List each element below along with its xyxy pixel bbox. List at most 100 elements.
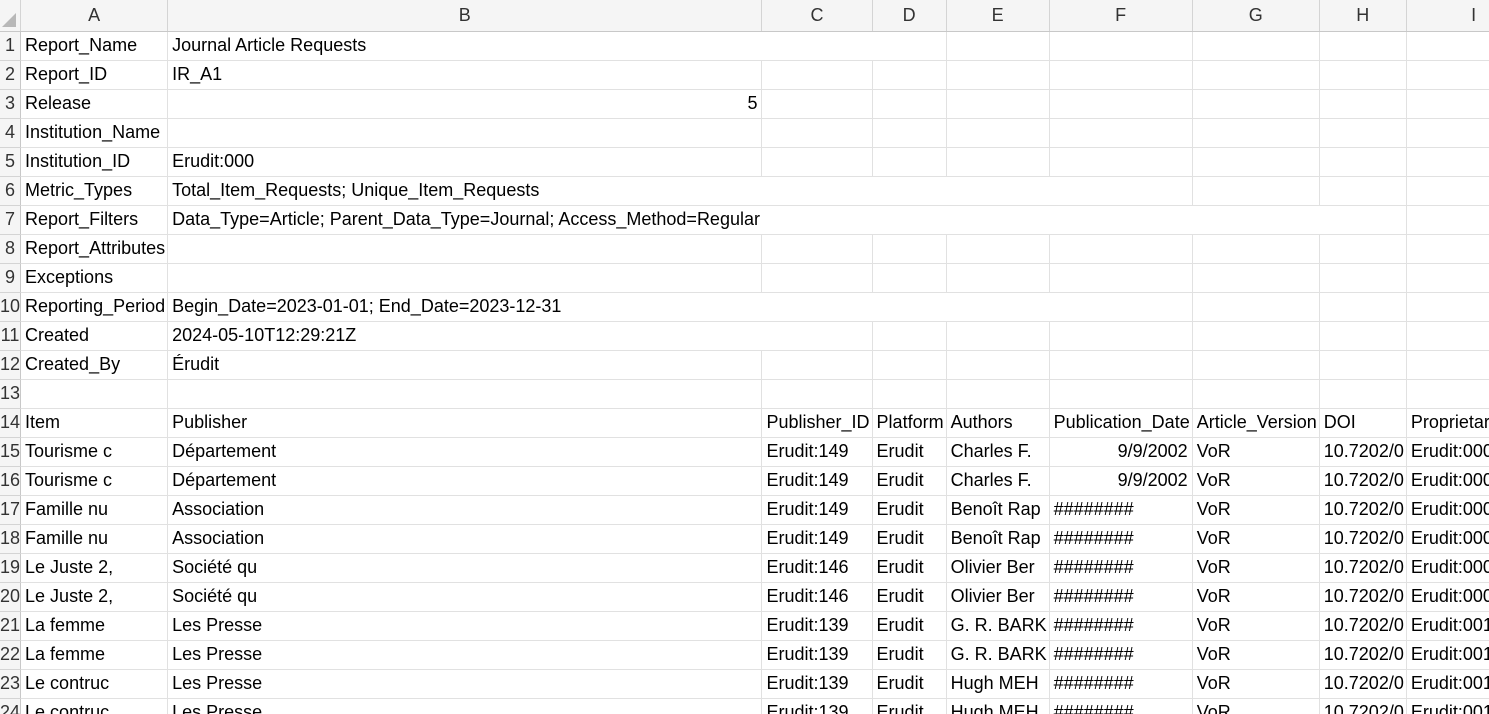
cell-e14[interactable]: Authors — [946, 408, 1050, 438]
cell-c6[interactable] — [761, 176, 873, 206]
cell-d6[interactable] — [872, 176, 947, 206]
cell-f24[interactable]: ######## — [1049, 698, 1193, 714]
cell-a21[interactable]: La femme — [20, 611, 169, 641]
cell-a6[interactable]: Metric_Types — [20, 176, 169, 206]
cell-b4[interactable] — [167, 118, 763, 148]
row-header-11[interactable]: 11 — [0, 321, 22, 351]
cell-g21[interactable]: VoR — [1192, 611, 1320, 641]
row-header-7[interactable]: 7 — [0, 205, 22, 235]
cell-c11[interactable] — [761, 321, 873, 351]
cell-g24[interactable]: VoR — [1192, 698, 1320, 714]
cell-e10[interactable] — [946, 292, 1050, 322]
cell-b13[interactable] — [167, 379, 763, 409]
cell-e18[interactable]: Benoît Rap — [946, 524, 1050, 554]
row-header-19[interactable]: 19 — [0, 553, 22, 583]
cell-d14[interactable]: Platform — [872, 408, 947, 438]
column-header-a[interactable]: A — [20, 0, 169, 32]
cell-g2[interactable] — [1192, 60, 1320, 90]
cell-c15[interactable]: Erudit:149 — [761, 437, 873, 467]
cell-a14[interactable]: Item — [20, 408, 169, 438]
cell-c22[interactable]: Erudit:139 — [761, 640, 873, 670]
cell-c17[interactable]: Erudit:149 — [761, 495, 873, 525]
cell-h4[interactable] — [1319, 118, 1407, 148]
cell-e3[interactable] — [946, 89, 1050, 119]
cell-i22[interactable]: Erudit:001 — [1406, 640, 1489, 670]
cell-b23[interactable]: Les Presse — [167, 669, 763, 699]
cell-a2[interactable]: Report_ID — [20, 60, 169, 90]
cell-d8[interactable] — [872, 234, 947, 264]
cell-c10[interactable] — [761, 292, 873, 322]
cell-h9[interactable] — [1319, 263, 1407, 293]
cell-c8[interactable] — [761, 234, 873, 264]
cell-c19[interactable]: Erudit:146 — [761, 553, 873, 583]
row-header-16[interactable]: 16 — [0, 466, 22, 496]
cell-h15[interactable]: 10.7202/0 — [1319, 437, 1407, 467]
cell-d16[interactable]: Erudit — [872, 466, 947, 496]
row-header-15[interactable]: 15 — [0, 437, 22, 467]
column-header-i[interactable]: I — [1406, 0, 1489, 32]
cell-g6[interactable] — [1192, 176, 1320, 206]
cell-f15[interactable]: 9/9/2002 — [1049, 437, 1193, 467]
cell-i16[interactable]: Erudit:000 — [1406, 466, 1489, 496]
cell-i10[interactable] — [1406, 292, 1489, 322]
cell-e20[interactable]: Olivier Ber — [946, 582, 1050, 612]
cell-d19[interactable]: Erudit — [872, 553, 947, 583]
cell-h10[interactable] — [1319, 292, 1407, 322]
column-header-g[interactable]: G — [1192, 0, 1320, 32]
cell-e24[interactable]: Hugh MEH — [946, 698, 1050, 714]
cell-f1[interactable] — [1049, 31, 1193, 61]
cell-b12[interactable]: Érudit — [167, 350, 763, 380]
cell-h8[interactable] — [1319, 234, 1407, 264]
cell-i12[interactable] — [1406, 350, 1489, 380]
row-header-5[interactable]: 5 — [0, 147, 22, 177]
cell-i8[interactable] — [1406, 234, 1489, 264]
cell-a19[interactable]: Le Juste 2, — [20, 553, 169, 583]
cell-h19[interactable]: 10.7202/0 — [1319, 553, 1407, 583]
cell-e9[interactable] — [946, 263, 1050, 293]
cell-h5[interactable] — [1319, 147, 1407, 177]
row-header-4[interactable]: 4 — [0, 118, 22, 148]
cell-e16[interactable]: Charles F. — [946, 466, 1050, 496]
cell-c3[interactable] — [761, 89, 873, 119]
cell-b2[interactable]: IR_A1 — [167, 60, 763, 90]
cell-i4[interactable] — [1406, 118, 1489, 148]
cell-a20[interactable]: Le Juste 2, — [20, 582, 169, 612]
cell-e8[interactable] — [946, 234, 1050, 264]
cell-b14[interactable]: Publisher — [167, 408, 763, 438]
cell-i2[interactable] — [1406, 60, 1489, 90]
cell-b16[interactable]: Département — [167, 466, 763, 496]
cell-f18[interactable]: ######## — [1049, 524, 1193, 554]
cell-b3[interactable]: 5 — [167, 89, 763, 119]
cell-c7[interactable] — [761, 205, 873, 235]
cell-a8[interactable]: Report_Attributes — [20, 234, 169, 264]
cell-d7[interactable] — [872, 205, 947, 235]
cell-d23[interactable]: Erudit — [872, 669, 947, 699]
cell-d21[interactable]: Erudit — [872, 611, 947, 641]
cell-g14[interactable]: Article_Version — [1192, 408, 1320, 438]
cell-i23[interactable]: Erudit:001 — [1406, 669, 1489, 699]
cell-f13[interactable] — [1049, 379, 1193, 409]
cell-a5[interactable]: Institution_ID — [20, 147, 169, 177]
cell-b18[interactable]: Association — [167, 524, 763, 554]
cell-i3[interactable] — [1406, 89, 1489, 119]
cell-f20[interactable]: ######## — [1049, 582, 1193, 612]
row-header-9[interactable]: 9 — [0, 263, 22, 293]
cell-b9[interactable] — [167, 263, 763, 293]
cell-h2[interactable] — [1319, 60, 1407, 90]
cell-h1[interactable] — [1319, 31, 1407, 61]
row-header-20[interactable]: 20 — [0, 582, 22, 612]
cell-f10[interactable] — [1049, 292, 1193, 322]
cell-d10[interactable] — [872, 292, 947, 322]
cell-e17[interactable]: Benoît Rap — [946, 495, 1050, 525]
cell-d18[interactable]: Erudit — [872, 524, 947, 554]
cell-f8[interactable] — [1049, 234, 1193, 264]
cell-g5[interactable] — [1192, 147, 1320, 177]
cell-g7[interactable] — [1192, 205, 1320, 235]
cell-b22[interactable]: Les Presse — [167, 640, 763, 670]
cell-c1[interactable] — [761, 31, 873, 61]
cell-i5[interactable] — [1406, 147, 1489, 177]
cell-f7[interactable] — [1049, 205, 1193, 235]
cell-e23[interactable]: Hugh MEH — [946, 669, 1050, 699]
cell-b15[interactable]: Département — [167, 437, 763, 467]
cell-f12[interactable] — [1049, 350, 1193, 380]
